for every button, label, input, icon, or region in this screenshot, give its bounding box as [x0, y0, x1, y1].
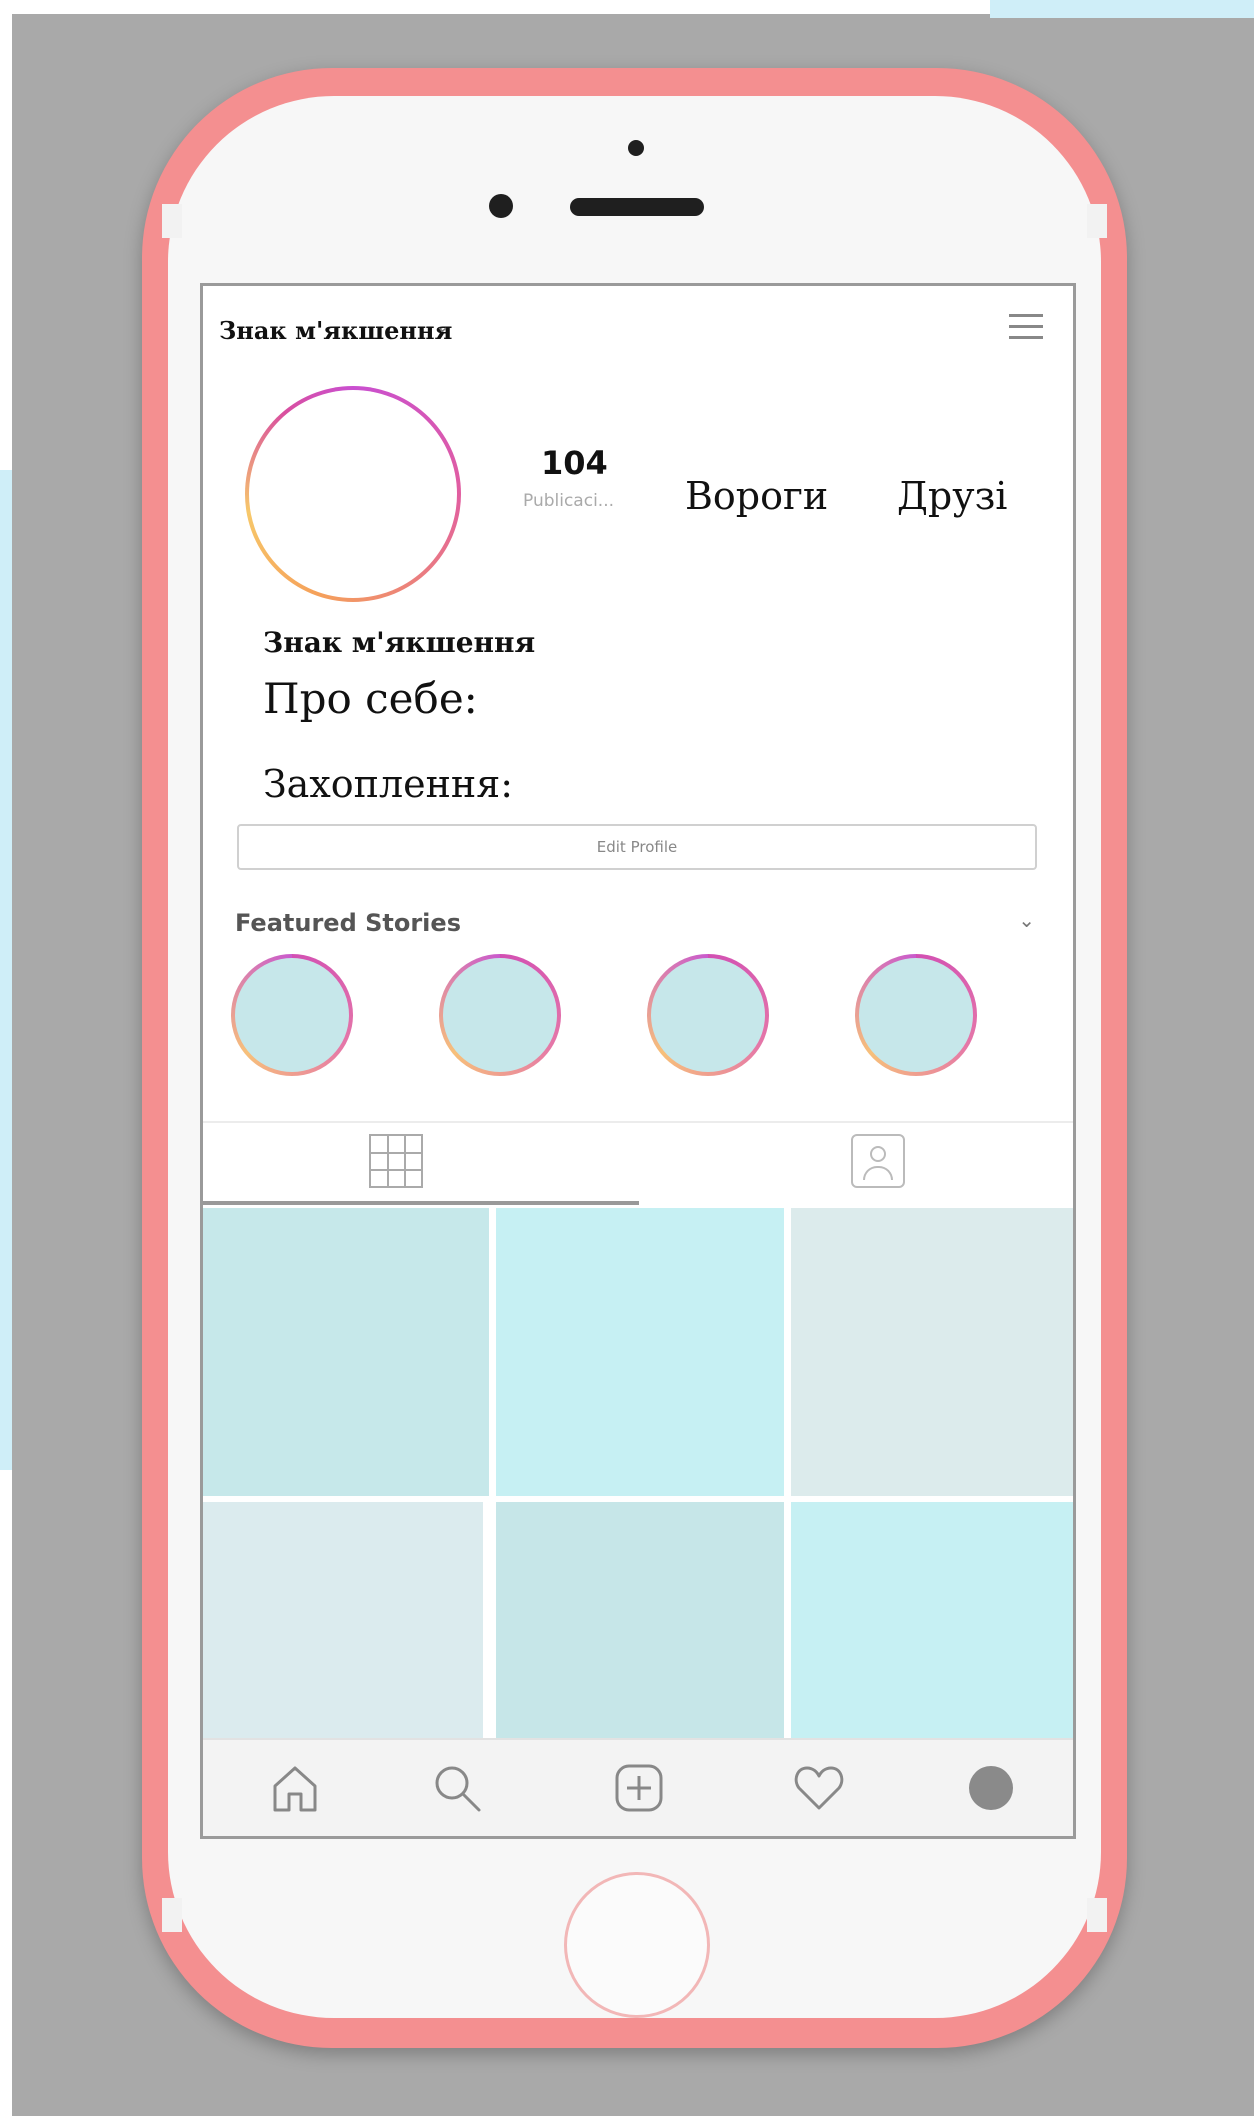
- backdrop-accent: [0, 470, 12, 1470]
- account-switcher[interactable]: Знак м'якшення: [219, 316, 452, 345]
- home-icon[interactable]: [267, 1760, 323, 1816]
- profile-avatar[interactable]: [245, 386, 461, 602]
- post-thumbnail[interactable]: [203, 1208, 489, 1496]
- post-thumbnail[interactable]: [496, 1502, 784, 1742]
- chevron-down-icon[interactable]: ⌄: [435, 316, 450, 337]
- enemies-stat[interactable]: Вороги: [685, 474, 828, 518]
- add-post-icon[interactable]: [611, 1760, 667, 1816]
- tagged-person-icon[interactable]: [851, 1134, 905, 1188]
- earpiece-speaker: [570, 198, 704, 216]
- chevron-down-icon[interactable]: ⌄: [1018, 908, 1035, 932]
- about-label: Про себе:: [263, 674, 478, 723]
- phone-band: [1087, 1898, 1107, 1932]
- edit-profile-button[interactable]: Edit Profile: [237, 824, 1037, 870]
- post-thumbnail[interactable]: [496, 1208, 784, 1496]
- backdrop-accent: [990, 0, 1254, 18]
- post-thumbnail[interactable]: [203, 1502, 483, 1742]
- front-camera: [489, 194, 513, 218]
- phone-band: [162, 204, 182, 238]
- hobbies-label: Захоплення:: [263, 762, 514, 806]
- friends-stat[interactable]: Друзі: [897, 474, 1007, 518]
- profile-avatar-icon[interactable]: [963, 1760, 1019, 1816]
- phone-band: [1087, 204, 1107, 238]
- bottom-navigation: [203, 1738, 1073, 1836]
- app-screen: Знак м'якшення ⌄ 104 Publicaci... Вороги…: [200, 283, 1076, 1839]
- post-thumbnail[interactable]: [791, 1502, 1073, 1742]
- posts-label: Publicaci...: [523, 491, 615, 511]
- search-icon[interactable]: [429, 1760, 485, 1816]
- hamburger-menu-icon[interactable]: [1009, 314, 1043, 344]
- story-highlight[interactable]: [855, 954, 977, 1076]
- home-button[interactable]: [564, 1872, 710, 2018]
- tabs-divider: [203, 1121, 1073, 1123]
- active-tab-indicator: [203, 1201, 639, 1205]
- posts-count: 104: [541, 444, 608, 482]
- post-thumbnail[interactable]: [791, 1208, 1073, 1496]
- story-highlight[interactable]: [439, 954, 561, 1076]
- story-highlight[interactable]: [231, 954, 353, 1076]
- profile-header: Знак м'якшення ⌄: [203, 286, 1073, 376]
- profile-name: Знак м'якшення: [263, 626, 536, 659]
- phone-band: [162, 1898, 182, 1932]
- story-highlight[interactable]: [647, 954, 769, 1076]
- grid-icon[interactable]: [369, 1134, 423, 1188]
- proximity-sensor: [628, 140, 644, 156]
- featured-stories-title: Featured Stories: [235, 909, 461, 937]
- heart-icon[interactable]: [791, 1760, 847, 1816]
